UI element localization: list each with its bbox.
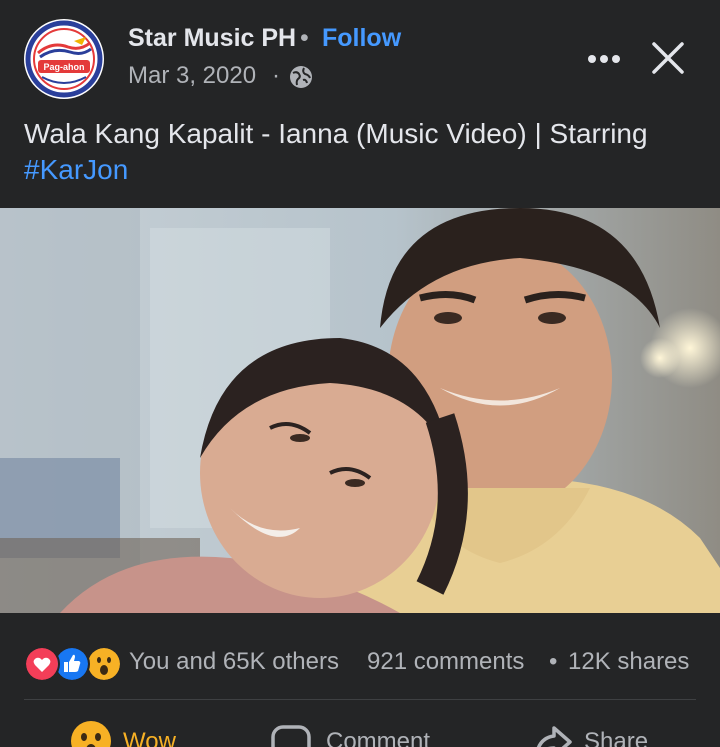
logo-text: Pag-ahon (43, 62, 84, 72)
share-icon (536, 726, 572, 747)
wow-icon (71, 721, 111, 747)
post-header: Pag-ahon Star Music PH • Follow Mar 3, 2… (0, 0, 720, 112)
follow-button[interactable]: Follow (322, 24, 401, 53)
share-button[interactable]: Share (532, 720, 672, 747)
name-separator: • (300, 24, 309, 52)
comment-button[interactable]: Comment (270, 720, 460, 747)
counts-separator: • (549, 648, 558, 675)
reaction-icons[interactable] (24, 646, 124, 682)
post-action-bar: Wow Comment Share (0, 700, 720, 747)
post-caption: Wala Kang Kapalit - Ianna (Music Video) … (24, 116, 704, 188)
caption-text: Wala Kang Kapalit - Ianna (Music Video) … (24, 118, 648, 149)
post-date[interactable]: Mar 3, 2020 (128, 62, 256, 90)
page-name[interactable]: Star Music PH (128, 24, 296, 53)
globe-icon (290, 66, 312, 88)
comment-icon (271, 725, 311, 747)
wow-label: Wow (123, 728, 176, 747)
comments-count[interactable]: 921 comments (367, 648, 524, 676)
star-music-logo: Pag-ahon (25, 20, 103, 98)
music-video-player[interactable] (0, 208, 720, 613)
page-avatar[interactable]: Pag-ahon (24, 19, 104, 99)
video-frame (0, 208, 720, 613)
wow-reaction-icon (86, 646, 122, 682)
share-label: Share (584, 728, 649, 747)
love-reaction-icon (24, 646, 60, 682)
wow-reaction-button[interactable]: Wow (70, 720, 200, 747)
date-separator: · (272, 62, 280, 89)
shares-count[interactable]: 12K shares (568, 648, 689, 676)
close-icon[interactable] (648, 38, 688, 78)
reaction-count[interactable]: You and 65K others (129, 648, 339, 676)
reactions-summary-row: You and 65K others 921 comments • 12K sh… (0, 640, 720, 690)
more-options-icon[interactable] (584, 44, 624, 74)
post-page: Pag-ahon Star Music PH • Follow Mar 3, 2… (0, 0, 720, 747)
comment-label: Comment (326, 728, 431, 747)
hashtag-link[interactable]: #KarJon (24, 154, 128, 185)
